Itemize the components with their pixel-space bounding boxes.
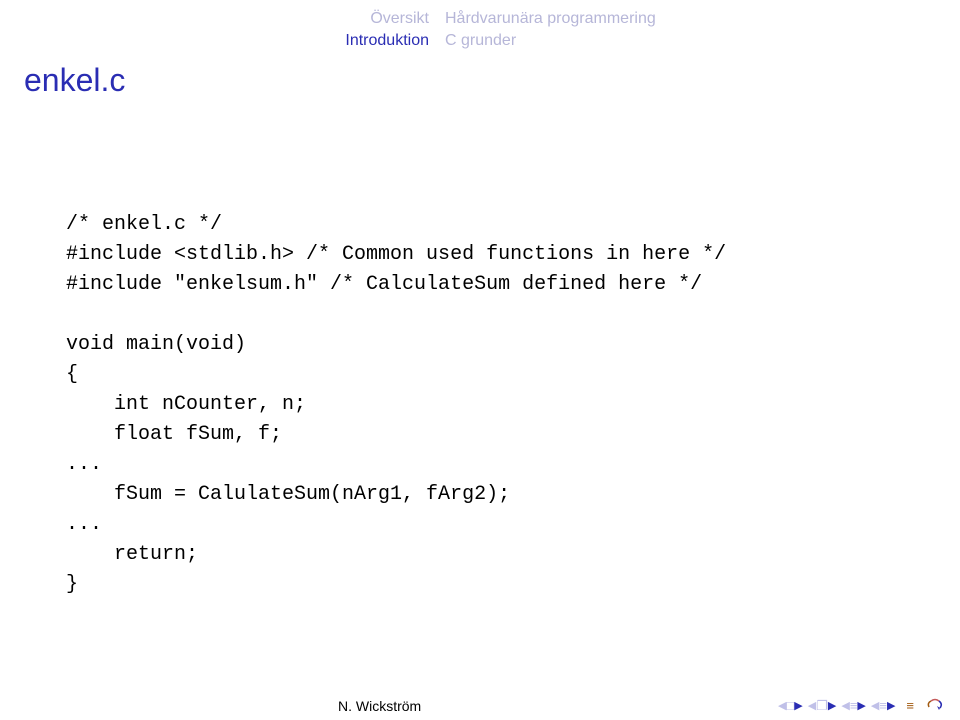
nav-section-oversikt[interactable]: Översikt bbox=[0, 8, 445, 30]
footer: N. Wickström ◀□▶ ◀❐▶ ◀≡▶ ◀≡▶ ≡ bbox=[0, 692, 960, 720]
nav-prev-step[interactable]: ◀≡▶ bbox=[841, 698, 865, 713]
nav-prev-slide[interactable]: ◀❐▶ bbox=[808, 698, 836, 714]
nav-first-slide[interactable]: ◀□▶ bbox=[778, 698, 802, 713]
code-block: /* enkel.c */ #include <stdlib.h> /* Com… bbox=[66, 210, 726, 600]
author-name: N. Wickström bbox=[338, 698, 421, 714]
nav-subsection-hardvarunara[interactable]: Hårdvarunära programmering bbox=[445, 8, 656, 30]
frame-title: enkel.c bbox=[24, 62, 125, 99]
nav-subsection-cgrunder[interactable]: C grunder bbox=[445, 30, 516, 52]
nav-section-introduktion[interactable]: Introduktion bbox=[0, 30, 445, 52]
slide-controls: ◀□▶ ◀❐▶ ◀≡▶ ◀≡▶ ≡ bbox=[778, 697, 946, 714]
nav-reload[interactable] bbox=[926, 697, 946, 714]
nav-next-step[interactable]: ◀≡▶ bbox=[871, 698, 895, 713]
nav-last-slide[interactable]: ≡ bbox=[906, 698, 914, 713]
navigation-bar: Översikt Hårdvarunära programmering Intr… bbox=[0, 8, 960, 52]
